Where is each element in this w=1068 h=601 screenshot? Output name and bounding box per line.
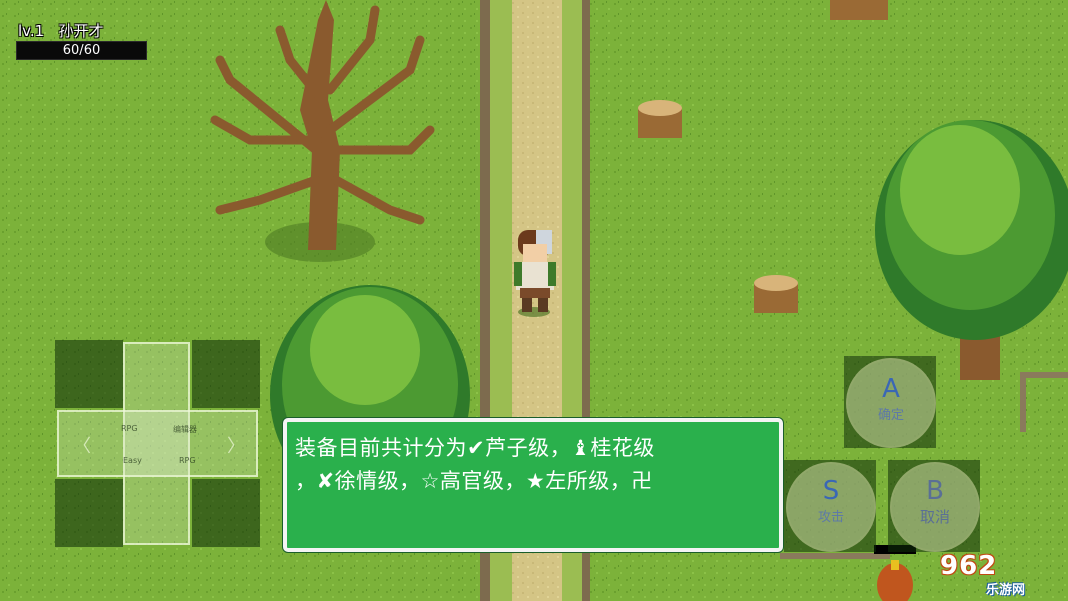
dpad-label: RPG xyxy=(179,456,196,465)
b-button-caption: 取消 xyxy=(919,508,950,526)
dpad-corner xyxy=(55,479,123,547)
dpad-right-arrow-icon[interactable]: 〉 xyxy=(227,432,245,458)
b-cancel-button[interactable]: B 取消 xyxy=(890,462,980,552)
a-confirm-button[interactable]: A 确定 xyxy=(846,358,936,448)
dpad-label: Easy xyxy=(123,456,142,465)
level-label: lv.1 xyxy=(18,22,45,40)
dpad-label: RPG xyxy=(121,424,138,433)
dpad-left-arrow-icon[interactable]: 〈 xyxy=(73,432,91,458)
player-level-name: lv.1 孙开才 xyxy=(18,20,104,41)
b-button-letter: B xyxy=(926,476,944,506)
hp-bar: 60/60 xyxy=(16,41,147,60)
message-line: ，✘徐情级，☆高官级，★左所级，卍 xyxy=(295,469,653,493)
hp-text: 60/60 xyxy=(62,43,101,58)
site-watermark-logo: 962 乐游网 xyxy=(928,549,1062,598)
a-button-caption: 确定 xyxy=(877,408,904,423)
s-attack-button[interactable]: S 攻击 xyxy=(786,462,876,552)
message-window[interactable]: 装备目前共计分为✔芦子级，♝桂花级 ，✘徐情级，☆高官级，★左所级，卍 xyxy=(283,418,783,552)
dpad-center xyxy=(125,412,188,475)
s-button-caption: 攻击 xyxy=(817,510,844,525)
player-name: 孙开才 xyxy=(58,22,104,40)
dpad-corner xyxy=(192,479,260,547)
watermark-site: 乐游网 xyxy=(986,583,1026,598)
s-button-letter: S xyxy=(822,476,840,506)
dpad[interactable]: 〈 〉 RPG 编辑器 Easy RPG xyxy=(55,340,260,547)
a-button-letter: A xyxy=(882,374,900,404)
dpad-corner xyxy=(192,340,260,408)
rooster xyxy=(874,545,916,601)
watermark-number: 962 xyxy=(940,551,998,581)
dpad-corner xyxy=(55,340,123,408)
dpad-label: 编辑器 xyxy=(173,425,197,434)
message-line: 装备目前共计分为✔芦子级，♝桂花级 xyxy=(295,436,655,460)
